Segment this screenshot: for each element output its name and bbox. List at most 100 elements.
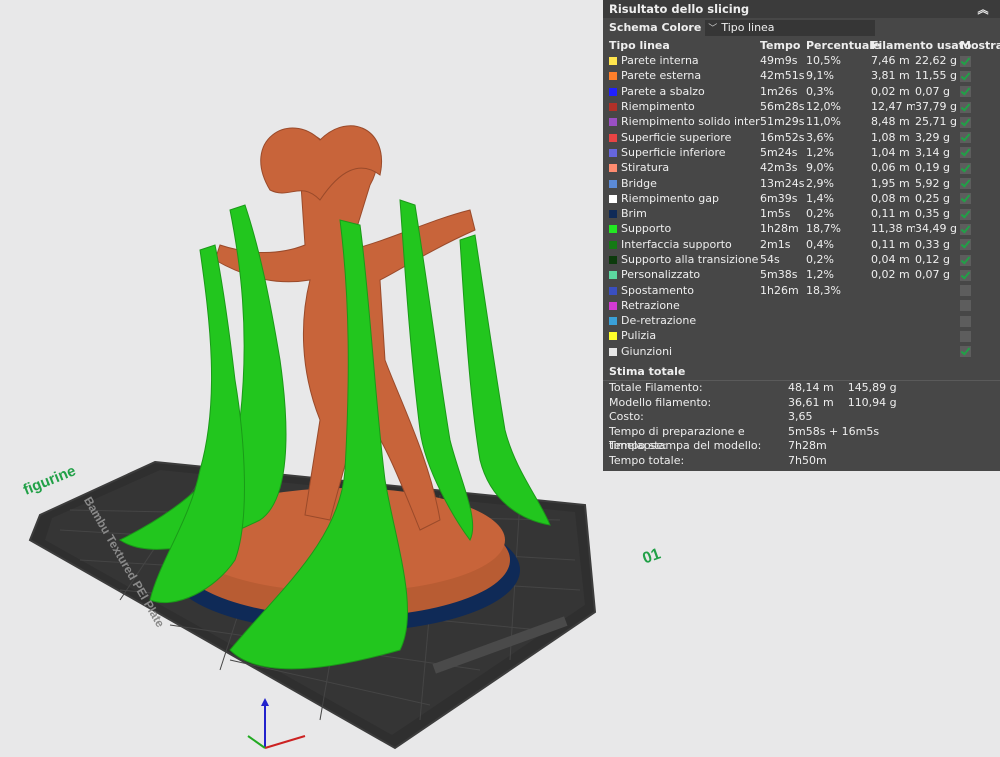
line-type-weight: 3,14 g xyxy=(915,145,950,159)
color-swatch xyxy=(609,72,617,81)
show-checkbox[interactable] xyxy=(960,70,971,82)
table-row: Supporto alla transizione 54s 0,2% 0,04 m 0,… xyxy=(603,252,1000,267)
show-checkbox[interactable] xyxy=(960,193,971,205)
line-type-time: 54s xyxy=(760,253,780,266)
show-checkbox[interactable] xyxy=(960,147,971,159)
line-type-label: Personalizzato xyxy=(621,268,701,282)
line-type-name: Supporto xyxy=(609,221,760,236)
table-row: Retrazione xyxy=(603,298,1000,313)
color-scheme-dropdown[interactable]: ﹀ Tipo linea xyxy=(705,19,876,36)
line-type-percentage: 0,3% xyxy=(806,84,834,98)
table-row: Parete esterna 42m51s 9,1% 3,81 m 11,55 g xyxy=(603,68,1000,83)
line-type-time: 42m51s xyxy=(760,69,805,83)
line-type-weight: 0,12 g xyxy=(915,253,950,266)
table-row: Brim 1m5s 0,2% 0,11 m 0,35 g xyxy=(603,206,1000,221)
show-checkbox[interactable] xyxy=(960,346,971,358)
line-type-percentage: 0,2% xyxy=(806,207,834,221)
show-checkbox[interactable] xyxy=(960,285,971,297)
line-type-name: Retrazione xyxy=(609,298,760,313)
table-row: Riempimento solido interno 51m29s 11,0% 8,4… xyxy=(603,114,1000,129)
line-type-length: 0,02 m xyxy=(871,268,910,282)
show-checkbox[interactable] xyxy=(960,132,971,144)
line-type-time: 5m38s xyxy=(760,268,798,282)
color-scheme-value: Tipo linea xyxy=(721,21,775,34)
summary-key: Tempo stampa del modello: xyxy=(609,439,762,453)
line-type-weight: 0,07 g xyxy=(915,84,950,98)
color-swatch xyxy=(609,118,617,127)
table-row: Giunzioni xyxy=(603,344,1000,359)
line-type-length: 0,08 m xyxy=(871,191,910,205)
header-filament: Filamento usato xyxy=(871,38,972,52)
color-swatch xyxy=(609,347,617,356)
summary-row: Costo: 3,65 xyxy=(603,410,1000,425)
line-type-length: 11,38 m xyxy=(871,222,915,236)
show-checkbox[interactable] xyxy=(960,254,971,266)
summary-key: Costo: xyxy=(609,410,644,424)
line-type-name: Parete interna xyxy=(609,53,760,68)
summary-row: Tempo di preparazione e timelapse: 5m58s … xyxy=(603,424,1000,453)
color-swatch xyxy=(609,210,617,219)
line-type-label: De-retrazione xyxy=(621,314,697,328)
show-checkbox[interactable] xyxy=(960,101,971,113)
line-type-label: Parete a sbalzo xyxy=(621,84,705,98)
summary-value: 36,61 m 110,94 g xyxy=(788,395,897,409)
table-row: Superficie superiore 16m52s 3,6% 1,08 m 3,29… xyxy=(603,129,1000,144)
line-type-weight: 5,92 g xyxy=(915,176,950,190)
line-type-weight xyxy=(915,328,960,343)
line-type-percentage: 1,2% xyxy=(806,145,834,159)
line-type-label: Spostamento xyxy=(621,283,694,297)
line-type-weight: 3,29 g xyxy=(915,130,950,144)
line-type-time: 51m29s xyxy=(760,115,805,129)
show-checkbox[interactable] xyxy=(960,178,971,190)
show-checkbox[interactable] xyxy=(960,315,971,327)
show-checkbox[interactable] xyxy=(960,86,971,98)
line-type-percentage: 12,0% xyxy=(806,100,841,114)
line-type-length xyxy=(871,282,915,297)
line-type-length: 12,47 m xyxy=(871,100,915,114)
table-row: Riempimento gap 6m39s 1,4% 0,08 m 0,25 g xyxy=(603,191,1000,206)
show-checkbox[interactable] xyxy=(960,269,971,281)
line-type-percentage xyxy=(806,344,871,359)
line-type-length: 1,04 m xyxy=(871,145,910,159)
line-type-percentage xyxy=(806,328,871,343)
color-swatch xyxy=(609,256,617,264)
line-type-name: Bridge xyxy=(609,175,760,190)
summary-row: Tempo stampa del modello: 7h28m xyxy=(603,439,1000,454)
line-type-percentage: 1,4% xyxy=(806,191,834,205)
show-checkbox[interactable] xyxy=(960,208,971,220)
table-row: Bridge 13m24s 2,9% 1,95 m 5,92 g xyxy=(603,175,1000,190)
line-type-time: 13m24s xyxy=(760,176,805,190)
summary-key: Tempo di preparazione e timelapse: xyxy=(609,424,745,453)
show-checkbox[interactable] xyxy=(960,239,971,251)
line-type-label: Parete interna xyxy=(621,54,699,68)
table-row: Stiratura 42m3s 9,0% 0,06 m 0,19 g xyxy=(603,160,1000,175)
line-type-percentage: 0,2% xyxy=(806,253,834,266)
chevron-down-icon: ﹀ xyxy=(708,24,718,34)
line-type-time: 49m9s xyxy=(760,54,798,68)
show-checkbox[interactable] xyxy=(960,330,971,342)
show-checkbox[interactable] xyxy=(960,300,971,312)
line-type-label: Supporto alla transizione xyxy=(621,253,759,266)
show-checkbox[interactable] xyxy=(960,55,971,67)
line-type-percentage: 9,0% xyxy=(806,161,834,175)
header-show: Mostra xyxy=(960,38,1000,52)
line-type-length: 8,48 m xyxy=(871,115,910,129)
line-type-name: Spostamento xyxy=(609,282,760,297)
show-checkbox[interactable] xyxy=(960,162,971,174)
line-type-percentage: 18,3% xyxy=(806,283,841,297)
line-type-label: Riempimento xyxy=(621,100,695,114)
color-swatch xyxy=(609,332,617,341)
line-type-weight: 25,71 g xyxy=(915,115,957,129)
table-row: De-retrazione xyxy=(603,313,1000,328)
double-chevron-up-icon[interactable]: ︽ xyxy=(972,1,994,17)
line-type-time: 1m5s xyxy=(760,207,791,221)
line-type-table: Tipo linea Tempo Percentuale Filamento u… xyxy=(603,37,1000,359)
show-checkbox[interactable] xyxy=(960,116,971,128)
line-type-label: Superficie superiore xyxy=(621,130,732,144)
show-checkbox[interactable] xyxy=(960,223,971,235)
line-type-time xyxy=(760,298,806,313)
line-type-weight: 0,33 g xyxy=(915,237,950,251)
color-swatch xyxy=(609,87,617,96)
line-type-length: 1,08 m xyxy=(871,130,910,144)
line-type-time: 2m1s xyxy=(760,237,791,251)
